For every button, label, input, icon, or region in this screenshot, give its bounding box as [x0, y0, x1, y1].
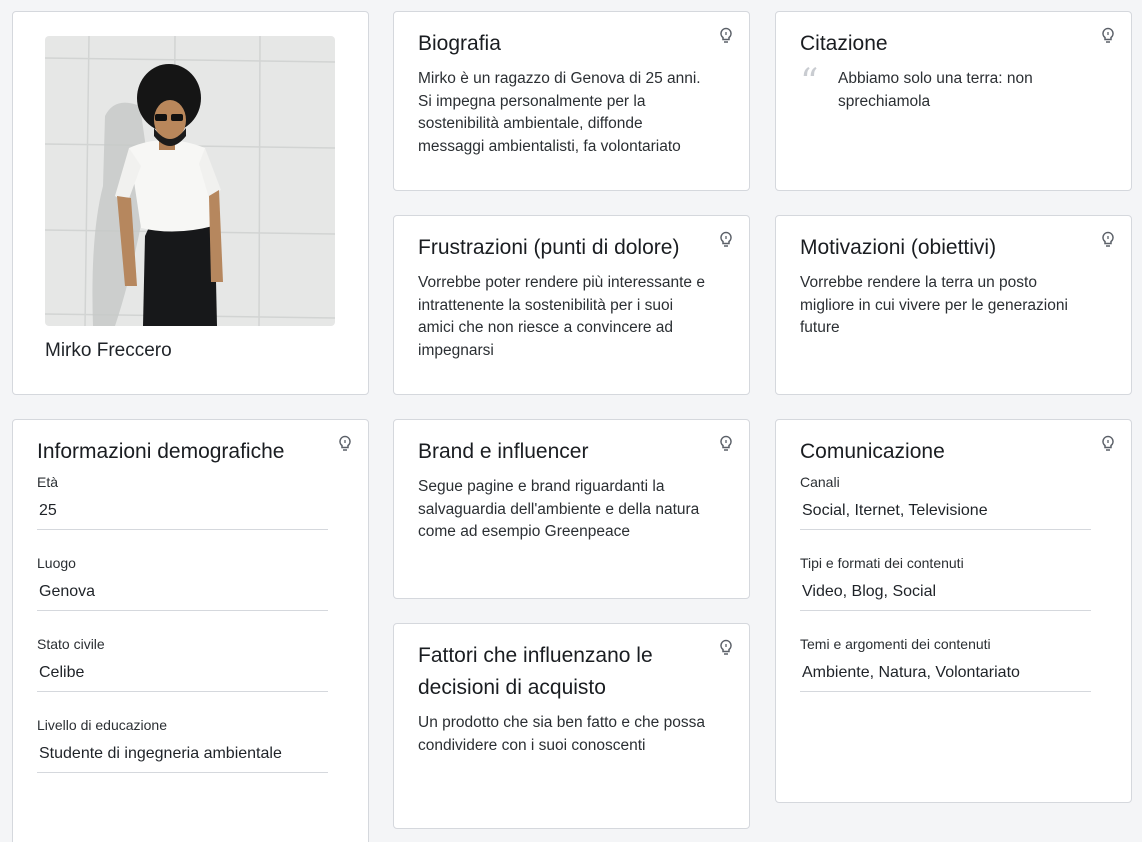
location-field[interactable]: Genova — [37, 573, 328, 611]
quote-card: Citazione “ Abbiamo solo una terra: non … — [775, 11, 1132, 191]
field-location: Luogo Genova — [37, 553, 328, 611]
frustrations-title: Frustrazioni (punti di dolore) — [418, 236, 680, 259]
field-content-types: Tipi e formati dei contenuti Video, Blog… — [800, 553, 1091, 611]
biography-text: Mirko è un ragazzo di Genova di 25 anni.… — [418, 70, 701, 155]
field-label: Livello di educazione — [37, 717, 167, 733]
demographics-title: Informazioni demografiche — [37, 440, 285, 463]
communication-title: Comunicazione — [800, 440, 945, 463]
biography-card: Biografia Mirko è un ragazzo di Genova d… — [393, 11, 750, 191]
lightbulb-icon[interactable] — [718, 435, 734, 453]
field-education: Livello di educazione Studente di ingegn… — [37, 715, 328, 773]
profile-name: Mirko Freccero — [45, 340, 172, 361]
quote-icon: “ — [800, 62, 819, 103]
marital-status-field[interactable]: Celibe — [37, 654, 328, 692]
field-label: Luogo — [37, 555, 76, 571]
demographics-card: Informazioni demografiche Età 25 Luogo G… — [12, 419, 369, 842]
brands-text: Segue pagine e brand riguardanti la salv… — [418, 478, 700, 540]
content-types-field[interactable]: Video, Blog, Social — [800, 573, 1091, 611]
content-topics-field[interactable]: Ambiente, Natura, Volontariato — [800, 654, 1091, 692]
profile-card: Mirko Freccero — [12, 11, 369, 395]
purchase-factors-card: Fattori che influenzano le decisioni di … — [393, 623, 750, 829]
channels-field[interactable]: Social, Iternet, Televisione — [800, 492, 1091, 530]
purchase-factors-title: Fattori che influenzano le decisioni di … — [418, 644, 653, 699]
motivations-card: Motivazioni (obiettivi) Vorrebbe rendere… — [775, 215, 1132, 395]
profile-photo — [45, 36, 335, 326]
field-content-topics: Temi e argomenti dei contenuti Ambiente,… — [800, 634, 1091, 692]
lightbulb-icon[interactable] — [337, 435, 353, 453]
field-age: Età 25 — [37, 472, 328, 530]
field-label: Età — [37, 474, 59, 490]
field-label: Temi e argomenti dei contenuti — [800, 636, 991, 652]
communication-card: Comunicazione Canali Social, Iternet, Te… — [775, 419, 1132, 803]
field-marital-status: Stato civile Celibe — [37, 634, 328, 692]
person-photo-illustration — [45, 36, 335, 326]
brands-card: Brand e influencer Segue pagine e brand … — [393, 419, 750, 599]
motivations-text: Vorrebbe rendere la terra un posto migli… — [800, 274, 1068, 336]
field-label: Tipi e formati dei contenuti — [800, 555, 964, 571]
brands-title: Brand e influencer — [418, 440, 589, 463]
biography-title: Biografia — [418, 32, 501, 55]
field-label: Canali — [800, 474, 840, 490]
quote-title: Citazione — [800, 32, 888, 55]
education-field[interactable]: Studente di ingegneria ambientale — [37, 735, 328, 773]
purchase-factors-text: Un prodotto che sia ben fatto e che poss… — [418, 714, 705, 754]
field-channels: Canali Social, Iternet, Televisione — [800, 472, 1091, 530]
frustrations-text: Vorrebbe poter rendere più interessante … — [418, 274, 705, 359]
lightbulb-icon[interactable] — [718, 27, 734, 45]
frustrations-card: Frustrazioni (punti di dolore) Vorrebbe … — [393, 215, 750, 395]
motivations-title: Motivazioni (obiettivi) — [800, 236, 997, 259]
quote-text: Abbiamo solo una terra: non sprechiamola — [838, 70, 1033, 110]
age-field[interactable]: 25 — [37, 492, 328, 530]
lightbulb-icon[interactable] — [1100, 231, 1116, 249]
lightbulb-icon[interactable] — [1100, 435, 1116, 453]
lightbulb-icon[interactable] — [718, 231, 734, 249]
lightbulb-icon[interactable] — [718, 639, 734, 657]
lightbulb-icon[interactable] — [1100, 27, 1116, 45]
field-label: Stato civile — [37, 636, 105, 652]
